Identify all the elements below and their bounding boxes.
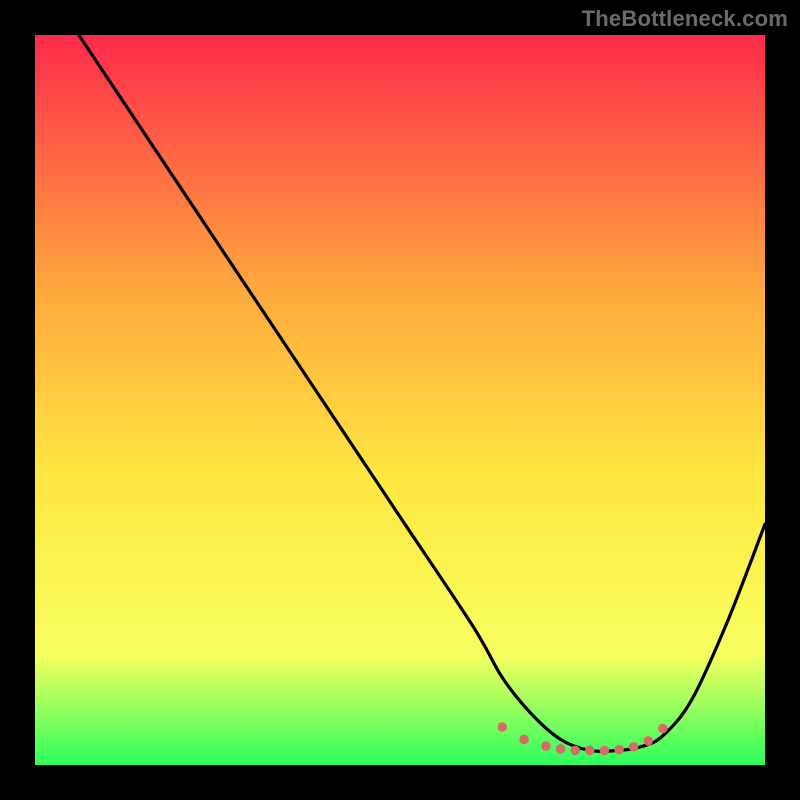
marker-point: [585, 746, 595, 756]
marker-point: [614, 745, 624, 755]
gradient-background: [35, 35, 765, 765]
marker-point: [556, 744, 566, 754]
marker-point: [643, 736, 653, 746]
plot-area: [35, 35, 765, 765]
marker-point: [658, 724, 668, 734]
marker-point: [497, 722, 507, 732]
marker-point: [519, 735, 529, 745]
chart-frame: TheBottleneck.com: [0, 0, 800, 800]
chart-svg: [35, 35, 765, 765]
marker-point: [541, 741, 551, 751]
watermark-text: TheBottleneck.com: [582, 6, 788, 32]
marker-point: [570, 746, 580, 756]
marker-point: [629, 742, 639, 752]
marker-point: [600, 746, 610, 756]
